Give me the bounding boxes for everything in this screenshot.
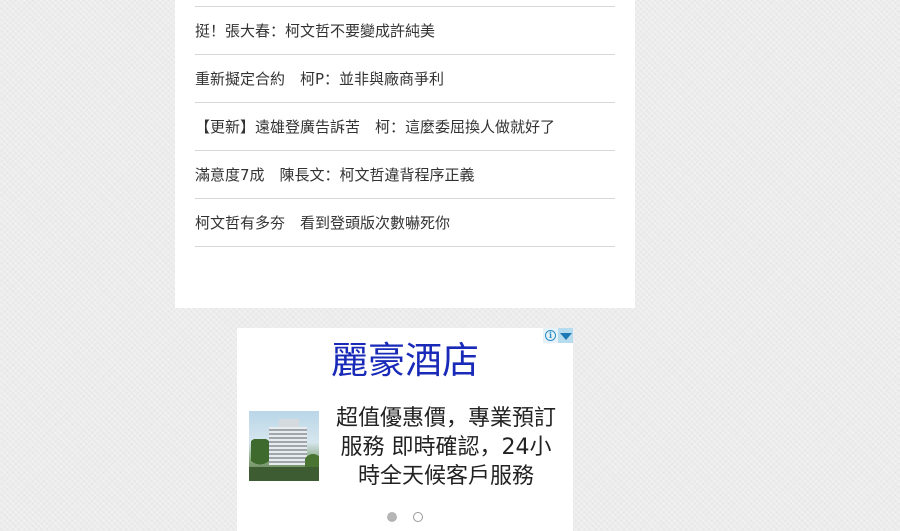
news-item[interactable]: 重新擬定合約 柯P：並非與廠商爭利 [195,55,615,103]
news-link[interactable]: 挺！張大春：柯文哲不要變成許純美 [195,20,435,41]
news-item[interactable]: 挺！張大春：柯文哲不要變成許純美 [195,7,615,55]
ad-slide-dots [237,512,573,522]
related-news-panel: 挺！張大春：柯文哲不要變成許純美 重新擬定合約 柯P：並非與廠商爭利 【更新】遠… [175,0,635,308]
ground-shape [249,467,319,481]
news-link[interactable]: 重新擬定合約 柯P：並非與廠商爭利 [195,68,444,89]
news-link[interactable]: 滿意度7成 陳長文：柯文哲違背程序正義 [195,164,475,185]
slide-dot-inactive[interactable] [413,512,423,522]
hotel-image[interactable] [249,411,319,481]
news-link[interactable]: 柯文哲有多夯 看到登頭版次數嚇死你 [195,212,450,233]
building-shape [269,427,307,465]
ad-title[interactable]: 麗豪酒店 [237,338,573,384]
news-item[interactable]: 滿意度7成 陳長文：柯文哲違背程序正義 [195,151,615,199]
slide-dot-active[interactable] [387,512,397,522]
related-news-list: 挺！張大春：柯文哲不要變成許純美 重新擬定合約 柯P：並非與廠商爭利 【更新】遠… [195,6,615,247]
ad-banner[interactable]: i 麗豪酒店 超值優惠價，專業預訂服務 即時確認，24小時全天候客戶服務 [237,328,573,531]
news-item[interactable]: 柯文哲有多夯 看到登頭版次數嚇死你 [195,199,615,247]
news-link[interactable]: 【更新】遠雄登廣告訴苦 柯：這麼委屈換人做就好了 [195,116,555,137]
news-item[interactable]: 【更新】遠雄登廣告訴苦 柯：這麼委屈換人做就好了 [195,103,615,151]
ad-description[interactable]: 超值優惠價，專業預訂服務 即時確認，24小時全天候客戶服務 [333,404,559,491]
